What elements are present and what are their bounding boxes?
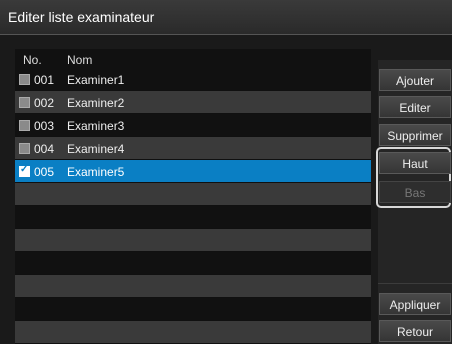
delete-button[interactable]: Supprimer [379,124,451,146]
move-down-button[interactable]: Bas [379,181,451,203]
list-header: No. Nom [15,49,371,68]
empty-row [15,275,371,297]
list-row-002[interactable]: 002 Examiner2 [15,91,371,113]
row-checkbox[interactable] [19,97,30,108]
row-checkbox[interactable] [19,143,30,154]
window-title: Editer liste examinateur [8,9,155,25]
edit-button[interactable]: Editer [379,96,451,118]
apply-button[interactable]: Appliquer [379,293,451,315]
list-row-004[interactable]: 004 Examiner4 [15,137,371,159]
list-row-003[interactable]: 003 Examiner3 [15,114,371,136]
row-number: 004 [34,142,55,156]
empty-row [15,229,371,251]
list-row-001[interactable]: 001 Examiner1 [15,68,371,90]
empty-row [15,252,371,274]
row-number: 002 [34,96,55,110]
panel-divider [378,283,452,284]
empty-row [15,206,371,228]
row-name: Examiner3 [67,119,125,133]
row-number: 003 [34,119,55,133]
row-name: Examiner5 [67,165,125,179]
move-up-button[interactable]: Haut [379,152,451,174]
row-checkbox-checked[interactable]: ✓ [19,164,30,177]
empty-row [15,298,371,320]
row-name: Examiner4 [67,142,125,156]
add-button[interactable]: Ajouter [379,69,451,91]
row-name: Examiner1 [67,73,125,87]
title-bar: Editer liste examinateur [0,0,452,35]
column-header-no: No. [23,53,42,67]
row-number: 005 [34,165,55,179]
column-header-name: Nom [67,53,93,67]
examiner-list[interactable]: No. Nom 001 Examiner1 002 Examiner2 003 … [15,49,371,344]
empty-row [15,321,371,343]
back-button[interactable]: Retour [379,320,451,342]
row-checkbox[interactable] [19,120,30,131]
row-number: 001 [34,73,55,87]
list-row-005[interactable]: ✓ 005 Examiner5 [15,160,371,182]
check-icon: ✓ [20,164,29,175]
empty-row [15,183,371,205]
row-checkbox[interactable] [19,74,30,85]
row-name: Examiner2 [67,96,125,110]
